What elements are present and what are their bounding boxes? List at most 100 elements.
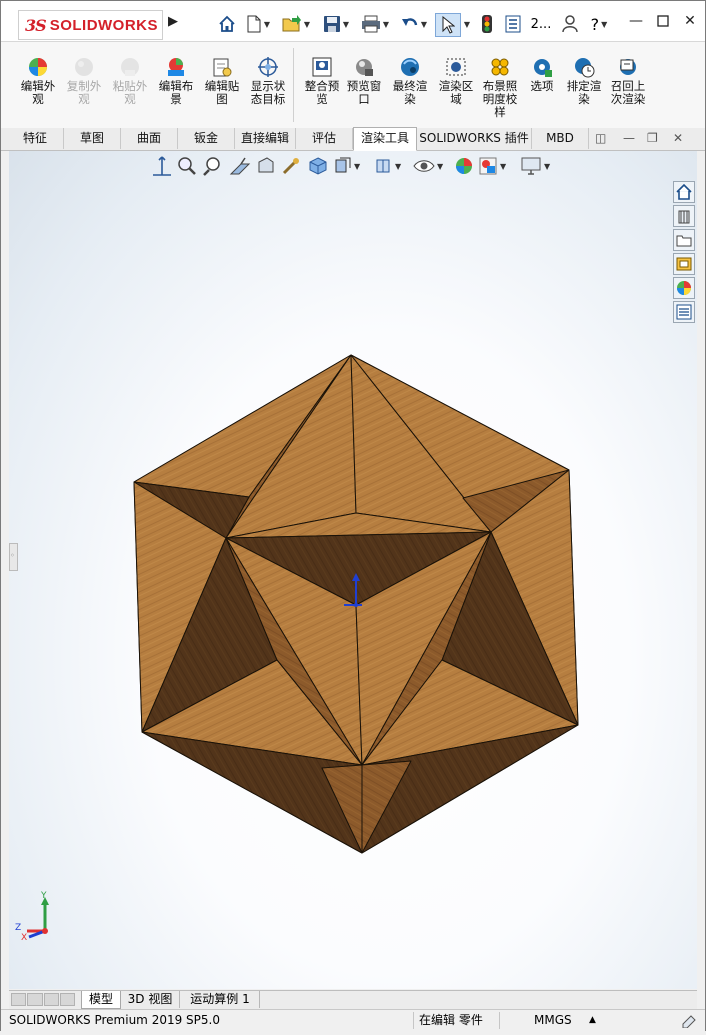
- ribbon-display-state-target-button[interactable]: 显示状 态目标: [245, 56, 291, 126]
- ribbon-preview-window-button[interactable]: 预览窗口: [341, 56, 387, 126]
- unit-system-caret-icon[interactable]: ▲: [589, 1010, 596, 1031]
- tab-model[interactable]: 模型: [81, 991, 121, 1009]
- ribbon-scene-illumination-proof-button[interactable]: 布景照 明度校样: [477, 56, 523, 126]
- open-folder-icon: [282, 15, 301, 32]
- command-manager-tabs: 特征 草图 曲面 钣金 直接编辑 评估 渲染工具 SOLIDWORKS 插件 M…: [1, 127, 705, 151]
- ribbon-paste-appearance-button: 粘贴外观: [107, 56, 153, 126]
- display-state-target-icon: [258, 57, 278, 77]
- user-icon: [562, 15, 578, 33]
- help-button[interactable]: ? ▼: [584, 13, 614, 35]
- minimize-button[interactable]: —: [624, 11, 648, 31]
- ribbon-integrated-preview-button[interactable]: 整合预览: [299, 56, 345, 126]
- graphics-area[interactable]: ▼ ▼ ▼ ▼ ▼ ◦ Y Z X: [9, 151, 697, 989]
- rebuild-status-icon[interactable]: [681, 1010, 697, 1031]
- ribbon-button-label: 召回上 次渲染: [610, 79, 646, 106]
- tab-features[interactable]: 特征: [7, 128, 64, 149]
- tab-surfaces[interactable]: 曲面: [121, 128, 178, 149]
- doc-close-icon[interactable]: ✕: [673, 131, 683, 145]
- ribbon-copy-appearance-button: 复制外观: [61, 56, 107, 126]
- undo-button[interactable]: ▼: [396, 13, 432, 35]
- render-tools-ribbon: 编辑外观复制外观粘贴外观编辑布景编辑贴图显示状 态目标 整合预览预览窗口最终渲染渲染…: [1, 42, 705, 129]
- rebuild-button[interactable]: [477, 13, 497, 35]
- select-pointer-icon: [442, 16, 455, 34]
- edit-appearance-icon: [29, 58, 47, 76]
- ribbon-button-label: 选项: [530, 79, 554, 93]
- paste-appearance-icon: [121, 58, 139, 76]
- ribbon-schedule-render-button[interactable]: 排定渲染: [561, 56, 607, 126]
- ribbon-final-render-button[interactable]: 最终渲染: [387, 56, 433, 126]
- tab-sketch[interactable]: 草图: [64, 128, 121, 149]
- minimize-icon: —: [629, 13, 643, 29]
- user-account-button[interactable]: [559, 13, 581, 35]
- file-properties-icon: [505, 15, 521, 33]
- tab-direct-editing[interactable]: 直接编辑: [235, 128, 296, 149]
- undo-icon: [401, 18, 418, 26]
- tab-scroll-arrows[interactable]: [11, 993, 75, 1006]
- integrated-preview-icon: [312, 57, 332, 77]
- ribbon-button-label: 编辑布景: [158, 79, 194, 106]
- status-bar: SOLIDWORKS Premium 2019 SP5.0 在编辑 零件 MMG…: [1, 1009, 705, 1031]
- ribbon-edit-appearance-button[interactable]: 编辑外观: [15, 56, 61, 126]
- ribbon-button-label: 整合预览: [304, 79, 340, 106]
- tab-evaluate[interactable]: 评估: [296, 128, 353, 149]
- close-icon: ✕: [684, 13, 696, 29]
- ribbon-button-label: 粘贴外观: [112, 79, 148, 106]
- ribbon-edit-scene-button[interactable]: 编辑布景: [153, 56, 199, 126]
- close-button[interactable]: ✕: [678, 11, 702, 31]
- triad-y-label: Y: [41, 891, 47, 901]
- traffic-light-icon: [482, 15, 492, 33]
- customize-icon: [682, 1015, 696, 1029]
- ribbon-button-label: 复制外观: [66, 79, 102, 106]
- ribbon-options-button[interactable]: 选项: [519, 56, 565, 126]
- select-dropdown[interactable]: ▼: [460, 13, 472, 35]
- home-button[interactable]: [215, 13, 239, 35]
- ribbon-edit-decal-button[interactable]: 编辑贴图: [199, 56, 245, 126]
- recall-last-render-icon: [620, 59, 636, 75]
- ribbon-recall-last-render-button[interactable]: 召回上 次渲染: [605, 56, 651, 126]
- tab-mbd[interactable]: MBD: [532, 128, 589, 149]
- solidworks-logo[interactable]: 3S SOLIDWORKS: [18, 10, 163, 40]
- menu-expand-arrow-icon[interactable]: ▶: [168, 14, 180, 34]
- new-document-button[interactable]: ▼: [241, 13, 275, 35]
- render-region-icon: [446, 58, 466, 76]
- triad-z-label: Z: [15, 923, 22, 933]
- product-version: SOLIDWORKS Premium 2019 SP5.0: [9, 1013, 220, 1027]
- logo-text: SOLIDWORKS: [49, 16, 159, 34]
- save-button[interactable]: ▼: [318, 13, 354, 35]
- file-properties-button[interactable]: [503, 13, 523, 35]
- tab-motion-study-1[interactable]: 运动算例 1: [181, 991, 260, 1008]
- scene-illumination-proof-icon: [491, 58, 509, 76]
- final-render-icon: [401, 58, 419, 76]
- status-separator: [499, 1012, 500, 1029]
- edit-decal-icon: [213, 58, 232, 77]
- tab-solidworks-addins[interactable]: SOLIDWORKS 插件: [417, 128, 532, 149]
- edit-scene-icon: [168, 58, 184, 76]
- last-tab-icon[interactable]: [59, 993, 75, 1006]
- prev-tab-icon[interactable]: [27, 993, 43, 1006]
- first-tab-icon[interactable]: [11, 993, 27, 1006]
- ribbon-button-label: 显示状 态目标: [250, 79, 286, 106]
- tab-3d-views[interactable]: 3D 视图: [121, 991, 180, 1008]
- help-icon: ?: [590, 14, 600, 34]
- print-icon: [361, 15, 380, 33]
- ribbon-button-label: 最终渲染: [392, 79, 428, 106]
- bottom-tabs: 模型 3D 视图 运动算例 1: [9, 990, 697, 1009]
- tab-sheet-metal[interactable]: 钣金: [178, 128, 235, 149]
- logo-ds-mark: 3S: [25, 15, 47, 35]
- ribbon-render-region-button[interactable]: 渲染区域: [433, 56, 479, 126]
- tab-render-tools[interactable]: 渲染工具: [353, 127, 417, 151]
- doc-restore-icon[interactable]: ❐: [647, 131, 658, 145]
- maximize-icon: [657, 15, 669, 27]
- ribbon-separator: [293, 48, 294, 122]
- print-button[interactable]: ▼: [357, 13, 393, 35]
- open-document-button[interactable]: ▼: [278, 13, 314, 35]
- doc-minimize-icon[interactable]: —: [623, 131, 635, 145]
- options-icon: [534, 59, 552, 77]
- maximize-button[interactable]: [651, 11, 675, 31]
- unit-system[interactable]: MMGS: [534, 1010, 572, 1031]
- select-button[interactable]: [435, 13, 461, 37]
- next-tab-icon[interactable]: [43, 993, 59, 1006]
- model-render[interactable]: [9, 151, 697, 989]
- collapse-panel-icon[interactable]: ◫: [595, 131, 606, 145]
- title-bar: 3S SOLIDWORKS ▶ ▼ ▼ ▼ ▼ ▼ ▼ 2... ? ▼ — ✕: [1, 1, 705, 42]
